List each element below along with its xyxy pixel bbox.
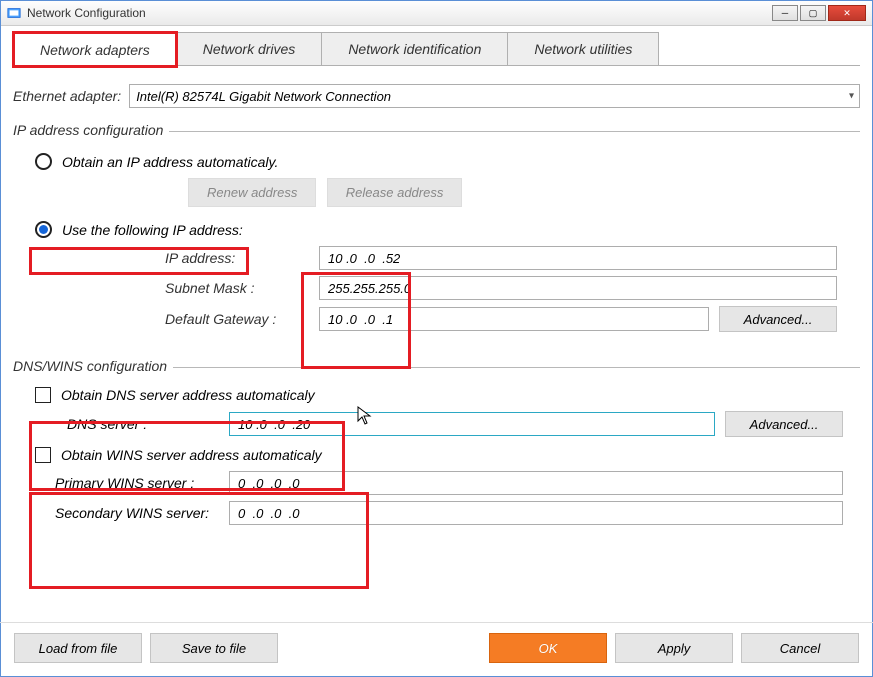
checkbox-obtain-dns-auto[interactable] bbox=[35, 387, 51, 403]
ethernet-adapter-label: Ethernet adapter: bbox=[13, 88, 121, 104]
window-title: Network Configuration bbox=[27, 6, 772, 20]
subnet-mask-input[interactable] bbox=[319, 276, 837, 300]
close-button[interactable]: ✕ bbox=[828, 5, 866, 21]
tab-network-adapters[interactable]: Network adapters bbox=[13, 33, 177, 66]
radio-obtain-ip-auto-label: Obtain an IP address automaticaly. bbox=[62, 154, 278, 170]
checkbox-obtain-wins-auto[interactable] bbox=[35, 447, 51, 463]
radio-use-following-ip[interactable] bbox=[35, 221, 52, 238]
ethernet-adapter-select[interactable] bbox=[129, 84, 860, 108]
checkbox-obtain-dns-auto-label: Obtain DNS server address automaticaly bbox=[61, 387, 315, 403]
save-to-file-button[interactable]: Save to file bbox=[150, 633, 278, 663]
primary-wins-label: Primary WINS server : bbox=[55, 475, 229, 491]
checkbox-obtain-wins-auto-label: Obtain WINS server address automaticaly bbox=[61, 447, 322, 463]
tab-network-utilities[interactable]: Network utilities bbox=[507, 32, 659, 65]
release-address-button[interactable]: Release address bbox=[327, 178, 463, 207]
tab-network-drives[interactable]: Network drives bbox=[176, 32, 323, 65]
ok-button[interactable]: OK bbox=[489, 633, 607, 663]
titlebar: Network Configuration ─ ▢ ✕ bbox=[1, 1, 872, 26]
tab-bar: Network adapters Network drives Network … bbox=[13, 32, 860, 66]
subnet-mask-label: Subnet Mask : bbox=[165, 280, 319, 296]
dns-server-input[interactable] bbox=[229, 412, 715, 436]
apply-button[interactable]: Apply bbox=[615, 633, 733, 663]
primary-wins-input[interactable] bbox=[229, 471, 843, 495]
radio-obtain-ip-auto[interactable] bbox=[35, 153, 52, 170]
app-icon bbox=[7, 6, 21, 20]
footer: Load from file Save to file OK Apply Can… bbox=[0, 622, 873, 677]
ip-address-input[interactable] bbox=[319, 246, 837, 270]
secondary-wins-input[interactable] bbox=[229, 501, 843, 525]
radio-use-following-ip-label: Use the following IP address: bbox=[62, 222, 243, 238]
secondary-wins-label: Secondary WINS server: bbox=[55, 505, 229, 521]
dns-wins-group-title: DNS/WINS configuration bbox=[13, 358, 173, 374]
load-from-file-button[interactable]: Load from file bbox=[14, 633, 142, 663]
default-gateway-label: Default Gateway : bbox=[165, 311, 319, 327]
tab-network-identification[interactable]: Network identification bbox=[321, 32, 508, 65]
minimize-button[interactable]: ─ bbox=[772, 5, 798, 21]
default-gateway-input[interactable] bbox=[319, 307, 709, 331]
renew-address-button[interactable]: Renew address bbox=[188, 178, 316, 207]
ip-address-label: IP address: bbox=[165, 250, 319, 266]
maximize-button[interactable]: ▢ bbox=[800, 5, 826, 21]
ip-config-group-title: IP address configuration bbox=[13, 122, 169, 138]
ip-advanced-button[interactable]: Advanced... bbox=[719, 306, 837, 332]
dns-server-label: DNS server : bbox=[67, 416, 229, 432]
cancel-button[interactable]: Cancel bbox=[741, 633, 859, 663]
window-controls: ─ ▢ ✕ bbox=[772, 5, 866, 21]
dns-advanced-button[interactable]: Advanced... bbox=[725, 411, 843, 437]
